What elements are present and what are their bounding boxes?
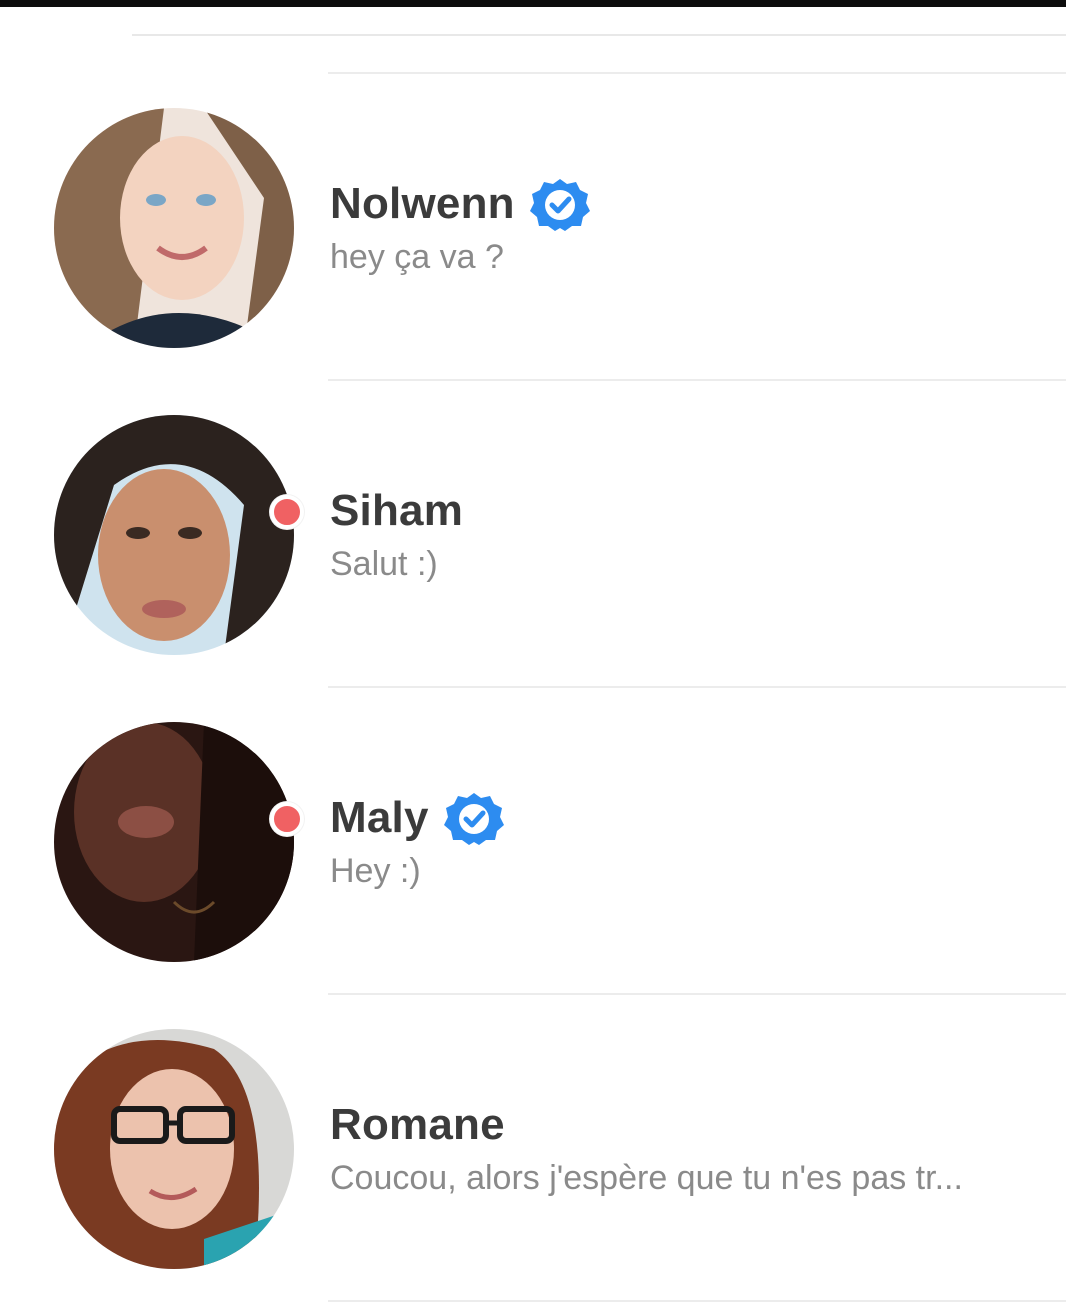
header-divider <box>132 34 1066 36</box>
name-line: Maly <box>330 791 507 845</box>
unread-indicator <box>270 802 304 836</box>
last-message: hey ça va ? <box>330 238 504 276</box>
match-name: Nolwenn <box>330 179 515 228</box>
match-name: Maly <box>330 793 429 842</box>
avatar[interactable] <box>54 108 294 348</box>
match-name: Siham <box>330 486 464 535</box>
match-row-romane[interactable]: Romane Coucou, alors j'espère que tu n'e… <box>0 995 1066 1301</box>
name-line: Nolwenn <box>330 177 593 231</box>
name-line: Romane <box>330 1100 505 1150</box>
status-bar <box>0 0 1066 7</box>
avatar[interactable] <box>54 415 294 655</box>
last-message: Hey :) <box>330 852 421 890</box>
avatar[interactable] <box>54 722 294 962</box>
name-line: Siham <box>330 486 463 536</box>
match-row-maly[interactable]: Maly Hey :) <box>0 688 1066 994</box>
verified-badge-icon <box>441 791 507 845</box>
match-name: Romane <box>330 1100 505 1149</box>
verified-badge-icon <box>527 177 593 231</box>
unread-indicator <box>270 495 304 529</box>
match-row-nolwenn[interactable]: Nolwenn hey ça va ? <box>0 74 1066 380</box>
row-divider <box>328 1300 1066 1302</box>
match-row-siham[interactable]: Siham Salut :) <box>0 381 1066 687</box>
avatar[interactable] <box>54 1029 294 1269</box>
last-message: Coucou, alors j'espère que tu n'es pas t… <box>330 1159 963 1197</box>
last-message: Salut :) <box>330 545 438 583</box>
